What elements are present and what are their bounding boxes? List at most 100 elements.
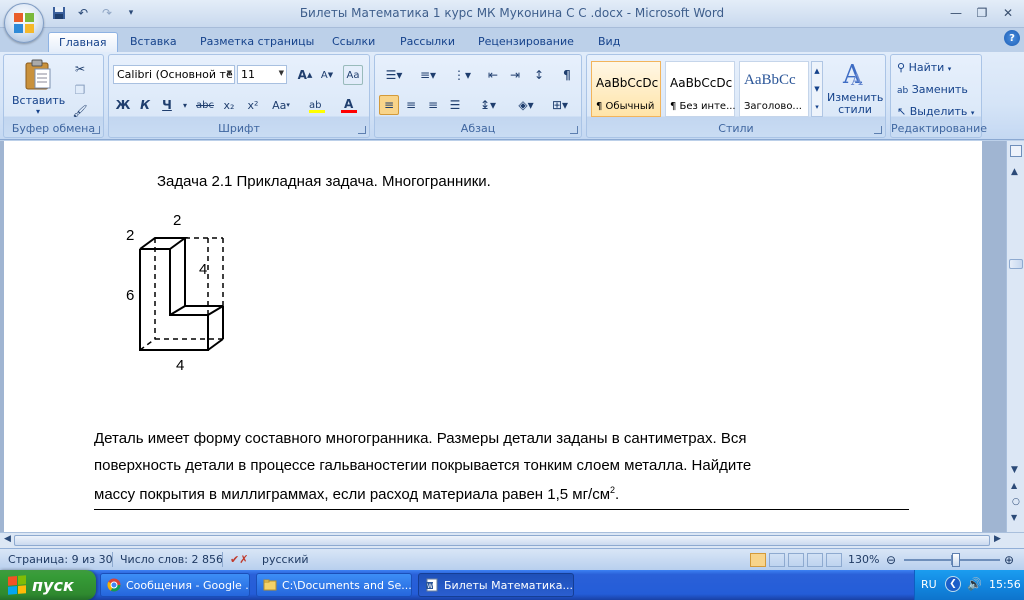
binoculars-icon: ⚲	[897, 61, 906, 74]
show-marks-icon[interactable]: ¶	[557, 65, 577, 85]
zoom-level[interactable]: 130%	[848, 553, 879, 566]
svg-text:A: A	[344, 97, 354, 111]
format-painter-icon[interactable]: 🖌	[70, 101, 90, 121]
volume-icon[interactable]: 🔊	[967, 577, 982, 591]
draft-icon[interactable]	[826, 553, 842, 567]
zoom-slider[interactable]	[904, 553, 1000, 567]
align-right-icon[interactable]: ≡	[423, 95, 443, 115]
style-normal[interactable]: AaBbCcDc ¶ Обычный	[591, 61, 661, 117]
increase-indent-icon[interactable]: ⇥	[505, 65, 525, 85]
tab-references[interactable]: Ссылки	[332, 32, 375, 52]
help-icon[interactable]: ?	[1004, 30, 1020, 46]
line-spacing-icon[interactable]: ↨▾	[473, 95, 503, 115]
font-size-value: 11	[241, 68, 255, 81]
align-left-icon[interactable]: ≡	[379, 95, 399, 115]
tab-page-layout[interactable]: Разметка страницы	[200, 32, 314, 52]
scroll-right-icon[interactable]: ▶	[994, 534, 1001, 544]
language-indicator[interactable]: RU	[921, 578, 937, 591]
select-button[interactable]: ↖ Выделить ▾	[897, 105, 974, 118]
svg-text:ab: ab	[309, 100, 321, 111]
strikethrough-button[interactable]: abc	[195, 95, 215, 115]
styles-launcher[interactable]	[874, 126, 882, 134]
print-layout-icon[interactable]	[750, 553, 766, 567]
underline-button[interactable]: Ч	[157, 95, 177, 115]
borders-icon[interactable]: ⊞▾	[545, 95, 575, 115]
change-case-button[interactable]: Aa ▾	[267, 95, 295, 115]
outline-icon[interactable]	[807, 553, 823, 567]
taskbar-item-chrome[interactable]: Сообщения - Google ...	[100, 573, 250, 597]
tab-mailings[interactable]: Рассылки	[400, 32, 455, 52]
style-no-spacing[interactable]: AaBbCcDc ¶ Без инте...	[665, 61, 736, 117]
change-styles-button[interactable]: A A Изменить стили	[827, 57, 883, 123]
justify-icon[interactable]: ☰	[445, 95, 465, 115]
clipboard-launcher[interactable]	[92, 126, 100, 134]
style-heading[interactable]: AaBbCc Заголово...	[739, 61, 809, 117]
spelling-icon[interactable]: ✔✗	[230, 553, 248, 566]
superscript-button[interactable]: x²	[243, 95, 263, 115]
scroll-up-icon[interactable]: ▲	[1011, 167, 1018, 177]
subscript-button[interactable]: x₂	[219, 95, 239, 115]
taskbar-item-explorer[interactable]: C:\Documents and Se...	[256, 573, 412, 597]
svg-text:W: W	[427, 583, 433, 590]
multilevel-list-icon[interactable]: ⋮▾	[447, 65, 477, 85]
taskbar-item-word[interactable]: W Билеты Математика...	[418, 573, 574, 597]
font-size-combo[interactable]: 11 ▼	[237, 65, 287, 84]
italic-button[interactable]: К	[135, 95, 155, 115]
styles-group: AaBbCcDc ¶ Обычный AaBbCcDc ¶ Без инте..…	[586, 54, 886, 138]
copy-icon[interactable]: ❐	[70, 80, 90, 100]
tab-view[interactable]: Вид	[598, 32, 620, 52]
close-icon[interactable]: ✕	[996, 3, 1020, 23]
tab-review[interactable]: Рецензирование	[478, 32, 574, 52]
start-button[interactable]: пуск	[0, 570, 96, 600]
horizontal-scrollbar[interactable]: ◀ ▶	[0, 532, 1024, 548]
style-sample: AaBbCcDc	[670, 76, 733, 90]
minimize-icon[interactable]: —	[944, 3, 968, 23]
word-count[interactable]: Число слов: 2 856	[120, 553, 223, 566]
zoom-slider-thumb[interactable]	[951, 553, 960, 567]
restore-icon[interactable]: ❐	[970, 3, 994, 23]
replace-button[interactable]: ab Заменить	[897, 83, 968, 96]
decrease-indent-icon[interactable]: ⇤	[483, 65, 503, 85]
shading-icon[interactable]: ◈▾	[511, 95, 541, 115]
font-name-combo[interactable]: Calibri (Основной те ▼	[113, 65, 235, 84]
tab-insert[interactable]: Вставка	[130, 32, 177, 52]
zoom-in-icon[interactable]: ⊕	[1004, 553, 1014, 567]
shrink-font-button[interactable]: A ▼	[317, 65, 337, 85]
back-arrow-icon[interactable]: ❮	[945, 576, 961, 592]
paste-button[interactable]: Вставить ▾	[12, 59, 65, 121]
grow-font-button[interactable]: A ▲	[295, 65, 315, 85]
bold-button[interactable]: Ж	[113, 95, 133, 115]
find-button[interactable]: ⚲ Найти ▾	[897, 61, 951, 74]
scroll-down-icon[interactable]: ▼	[1011, 465, 1018, 475]
font-launcher[interactable]	[358, 126, 366, 134]
font-color-button[interactable]: A	[335, 95, 363, 115]
sort-icon[interactable]: ↕	[529, 65, 549, 85]
zoom-out-icon[interactable]: ⊖	[886, 553, 896, 567]
scroll-left-icon[interactable]: ◀	[4, 534, 11, 544]
highlight-button[interactable]: ab	[303, 95, 331, 115]
align-center-icon[interactable]: ≡	[401, 95, 421, 115]
language[interactable]: русский	[262, 553, 309, 566]
vertical-scrollbar[interactable]: ▲ ▼ ▲ ○ ▼	[1006, 141, 1024, 532]
dimension-top: 2	[173, 212, 182, 229]
office-button[interactable]	[4, 3, 44, 43]
web-layout-icon[interactable]	[788, 553, 804, 567]
bullets-icon[interactable]: ☰▾	[379, 65, 409, 85]
taskbar: пуск Сообщения - Google ... C:\Documents…	[0, 570, 1024, 600]
next-page-icon[interactable]: ▼	[1011, 513, 1017, 522]
tab-home[interactable]: Главная	[48, 32, 118, 52]
ruler-toggle-icon[interactable]	[1010, 145, 1022, 157]
document-page[interactable]: Задача 2.1 Прикладная задача. Многогранн…	[4, 141, 982, 532]
browse-object-icon[interactable]: ○	[1012, 497, 1020, 507]
styles-scroll[interactable]: ▲ ▼ ▾	[811, 61, 823, 117]
numbering-icon[interactable]: ≡▾	[413, 65, 443, 85]
page-count[interactable]: Страница: 9 из 30	[8, 553, 113, 566]
h-scroll-thumb[interactable]	[14, 535, 990, 546]
prev-page-icon[interactable]: ▲	[1011, 481, 1017, 490]
full-screen-reading-icon[interactable]	[769, 553, 785, 567]
paragraph-launcher[interactable]	[570, 126, 578, 134]
scroll-thumb[interactable]	[1009, 259, 1023, 269]
chevron-down-icon[interactable]: ▾	[175, 95, 195, 115]
cut-icon[interactable]: ✂	[70, 59, 90, 79]
clear-formatting-icon[interactable]: Aa	[343, 65, 363, 85]
